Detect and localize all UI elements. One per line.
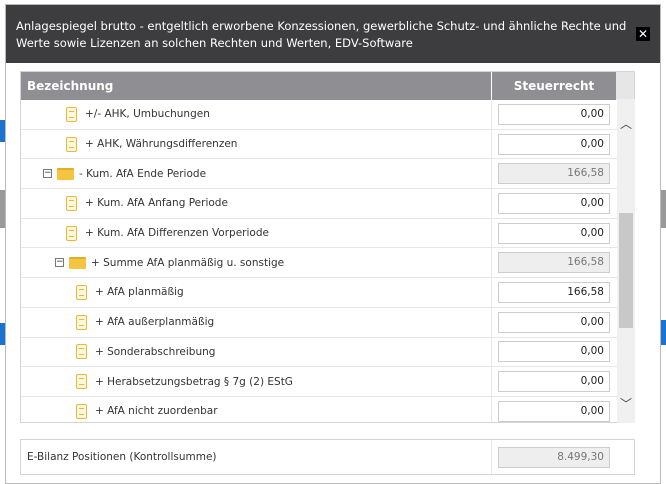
background-element [661,190,666,228]
table-row: + AHK, Währungsdifferenzen 0,00 [21,129,634,160]
steuerrecht-value-input[interactable]: 0,00 [498,192,610,214]
steuerrecht-value-input: 166,58 [498,163,610,185]
row-label: +/- AHK, Umbuchungen [85,108,210,121]
table-row: + AfA planmäßig 166,58 [21,278,634,308]
steuerrecht-value-input[interactable]: 0,00 [498,371,610,393]
row-label: + AHK, Währungsdifferenzen [85,138,238,151]
folder-icon [69,256,86,269]
column-header-bezeichnung[interactable]: Bezeichnung [21,72,492,100]
document-icon [76,344,87,360]
row-label: + Kum. AfA Anfang Periode [85,197,228,210]
collapse-toggle[interactable]: − [55,258,64,268]
row-label: + Summe AfA planmäßig u. sonstige [91,256,285,269]
summary-row: E-Bilanz Positionen (Kontrollsumme) 8.49… [20,439,635,475]
dialog-title: Anlagespiegel brutto - entgeltlich erwor… [16,19,627,50]
data-grid: Bezeichnung Steuerrecht +/- AHK, Umbuchu… [20,71,635,423]
document-icon [66,106,77,122]
row-label: + AfA nicht zuordenbar [95,405,218,418]
summary-label: E-Bilanz Positionen (Kontrollsumme) [21,440,492,474]
close-icon[interactable]: ✕ [636,27,650,41]
collapse-toggle[interactable]: − [43,169,52,179]
column-header-steuerrecht[interactable]: Steuerrecht [492,72,616,100]
table-row: +/- AHK, Umbuchungen 0,00 [21,100,634,130]
table-row: − - Kum. AfA Ende Periode 166,58 [21,159,634,190]
table-row: + Kum. AfA Differenzen Vorperiode 0,00 [21,218,634,249]
table-row: − + Summe AfA planmäßig u. sonstige 166,58 [21,248,634,279]
row-label: - Kum. AfA Ende Periode [79,167,207,180]
steuerrecht-value-input[interactable]: 0,00 [498,103,610,125]
steuerrecht-value-input[interactable]: 0,00 [498,311,610,333]
steuerrecht-value-input[interactable]: 0,00 [498,341,610,363]
row-label: + AfA planmäßig [95,286,184,299]
summary-value: 8.499,30 [498,446,610,468]
steuerrecht-value-input[interactable]: 166,58 [498,281,610,303]
document-icon [76,374,87,390]
row-label: + Herabsetzungsbetrag § 7g (2) EStG [95,375,293,388]
document-icon [76,284,87,300]
document-icon [76,403,87,419]
grid-header: Bezeichnung Steuerrecht [21,72,634,100]
row-label: + Sonderabschreibung [95,345,216,358]
table-row: + Herabsetzungsbetrag § 7g (2) EStG 0,00 [21,367,634,397]
steuerrecht-value-input: 166,58 [498,252,610,274]
dialog-header: Anlagespiegel brutto - entgeltlich erwor… [6,5,660,63]
document-icon [66,195,77,211]
scrollbar[interactable]: ︿ ﹀ [617,99,635,423]
document-icon [66,136,77,152]
steuerrecht-value-input[interactable]: 0,00 [498,222,610,244]
scroll-up-icon[interactable]: ︿ [620,115,632,132]
row-label: + Kum. AfA Differenzen Vorperiode [85,227,269,240]
table-row: + Sonderabschreibung 0,00 [21,337,634,368]
row-label: + AfA außerplanmäßig [95,316,215,329]
background-element [661,320,666,345]
scrollbar-thumb[interactable] [619,213,633,328]
document-icon [76,314,87,330]
steuerrecht-value-input[interactable]: 0,00 [498,133,610,155]
folder-icon [57,167,74,180]
table-row: + AfA nicht zuordenbar 0,00 [21,396,634,422]
scroll-down-icon[interactable]: ﹀ [620,395,632,412]
steuerrecht-value-input[interactable]: 0,00 [498,400,610,422]
table-row: + Kum. AfA Anfang Periode 0,00 [21,189,634,219]
table-row: + AfA außerplanmäßig 0,00 [21,307,634,338]
document-icon [66,225,77,241]
